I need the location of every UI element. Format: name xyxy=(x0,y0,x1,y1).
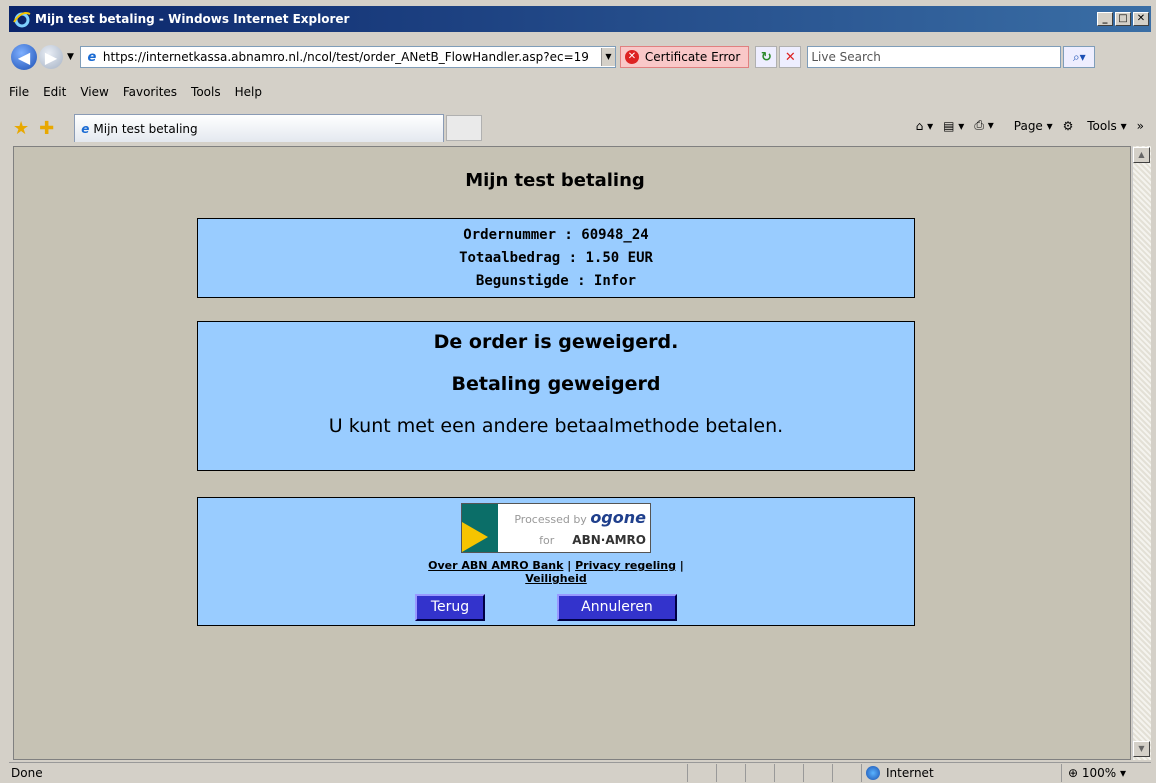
cancel-button[interactable]: Annuleren xyxy=(557,594,677,621)
tools-menu-button[interactable]: ⚙ Tools ▾ xyxy=(1063,119,1127,133)
certificate-error-label: Certificate Error xyxy=(644,50,741,64)
favorites-star-icon[interactable]: ★ xyxy=(13,118,29,139)
back-button-page[interactable]: Terug xyxy=(415,594,485,621)
home-icon[interactable]: ⌂ ▾ xyxy=(916,119,933,133)
menu-file[interactable]: File xyxy=(9,85,29,99)
security-link[interactable]: Veiligheid xyxy=(525,572,587,585)
total-amount: Totaalbedrag : 1.50 EUR xyxy=(459,250,653,266)
zoom-icon: ⊕ xyxy=(1068,765,1079,780)
tab-current[interactable]: e Mijn test betaling xyxy=(74,114,445,142)
page-icon: e xyxy=(87,49,97,65)
privacy-link[interactable]: Privacy regeling xyxy=(575,559,676,572)
about-abnamro-link[interactable]: Over ABN AMRO Bank xyxy=(428,559,563,572)
status-text: Done xyxy=(11,765,43,780)
zoom-level: 100% xyxy=(1081,765,1117,780)
menu-tools[interactable]: Tools xyxy=(191,85,221,99)
page-title: Mijn test betaling xyxy=(465,170,645,191)
stop-button[interactable]: ✕ xyxy=(779,46,802,68)
status-bar: Done Internet ⊕ 100% ▾ xyxy=(9,762,1151,782)
tools-menu-label: Tools xyxy=(1087,118,1117,133)
page-menu-label: Page xyxy=(1013,118,1043,133)
vertical-scrollbar[interactable] xyxy=(1132,146,1151,760)
zone-label: Internet xyxy=(886,765,934,780)
print-icon[interactable]: ⎙ ▾ xyxy=(974,118,993,133)
beneficiary: Begunstigde : Infor xyxy=(475,273,637,289)
page-menu-button[interactable]: Page ▾ xyxy=(1004,119,1053,133)
search-input[interactable]: Live Search xyxy=(807,46,1062,68)
maximize-button[interactable]: □ xyxy=(1115,12,1131,26)
menu-help[interactable]: Help xyxy=(235,85,262,99)
order-declined-heading: De order is geweigerd. xyxy=(433,331,679,353)
address-dropdown-icon[interactable]: ▼ xyxy=(600,48,615,66)
footer-panel: Processed by ogone for ABN·AMRO Over ABN … xyxy=(197,497,915,626)
add-favorites-icon[interactable]: ✚ xyxy=(39,118,54,139)
abnamro-shield-icon xyxy=(462,504,498,552)
order-info-panel: Ordernummer : 60948_24 Totaalbedrag : 1.… xyxy=(197,218,915,298)
back-button[interactable]: ◀ xyxy=(11,44,37,70)
certificate-error-button[interactable]: ✕ Certificate Error xyxy=(619,46,750,68)
scroll-up-button[interactable]: ▲ xyxy=(1133,147,1150,163)
address-bar[interactable]: e https://internetkassa.abnamro.nl./ncol… xyxy=(79,46,616,68)
footer-links: Over ABN AMRO Bank | Privacy regeling | … xyxy=(428,559,684,585)
security-zone[interactable]: Internet xyxy=(861,763,1061,782)
result-message-panel: De order is geweigerd. Betaling geweiger… xyxy=(197,321,915,471)
history-dropdown-icon[interactable]: ▼ xyxy=(67,52,74,62)
close-button[interactable]: ✕ xyxy=(1133,12,1149,26)
feeds-icon[interactable]: ▤ ▾ xyxy=(943,119,964,133)
chevron-more-icon[interactable]: » xyxy=(1137,119,1144,133)
globe-icon xyxy=(866,765,880,780)
ie-page-icon: e xyxy=(81,121,90,136)
menu-favorites[interactable]: Favorites xyxy=(123,85,177,99)
alternative-method-message: U kunt met een andere betaalmethode beta… xyxy=(328,415,784,437)
ie-logo-icon xyxy=(13,12,31,28)
address-toolbar: ◀ ▶ ▼ e https://internetkassa.abnamro.nl… xyxy=(9,42,1151,72)
ogone-abnamro-logo: Processed by ogone for ABN·AMRO xyxy=(461,503,651,553)
command-bar: ⌂ ▾ ▤ ▾ ⎙ ▾ Page ▾ ⚙ Tools ▾ » xyxy=(906,118,1144,133)
minimize-button[interactable]: _ xyxy=(1097,12,1113,26)
tab-label: Mijn test betaling xyxy=(93,121,198,136)
title-bar: Mijn test betaling - Windows Internet Ex… xyxy=(9,6,1151,32)
refresh-button[interactable]: ↻ xyxy=(755,46,778,68)
zoom-control[interactable]: ⊕ 100% ▾ xyxy=(1061,763,1151,782)
menu-bar: File Edit View Favorites Tools Help xyxy=(9,82,276,102)
payment-declined-heading: Betaling geweigerd xyxy=(451,373,661,395)
window-title: Mijn test betaling - Windows Internet Ex… xyxy=(35,12,350,26)
menu-view[interactable]: View xyxy=(80,85,108,99)
scroll-down-button[interactable]: ▼ xyxy=(1133,741,1150,757)
address-url: https://internetkassa.abnamro.nl./ncol/t… xyxy=(102,50,589,64)
certificate-error-icon: ✕ xyxy=(624,50,639,64)
new-tab-button[interactable] xyxy=(446,115,483,141)
menu-edit[interactable]: Edit xyxy=(43,85,66,99)
search-button[interactable]: ⌕▾ xyxy=(1063,46,1096,68)
forward-button[interactable]: ▶ xyxy=(39,45,63,69)
order-number: Ordernummer : 60948_24 xyxy=(463,227,649,243)
browser-window: Mijn test betaling - Windows Internet Ex… xyxy=(0,0,1156,783)
